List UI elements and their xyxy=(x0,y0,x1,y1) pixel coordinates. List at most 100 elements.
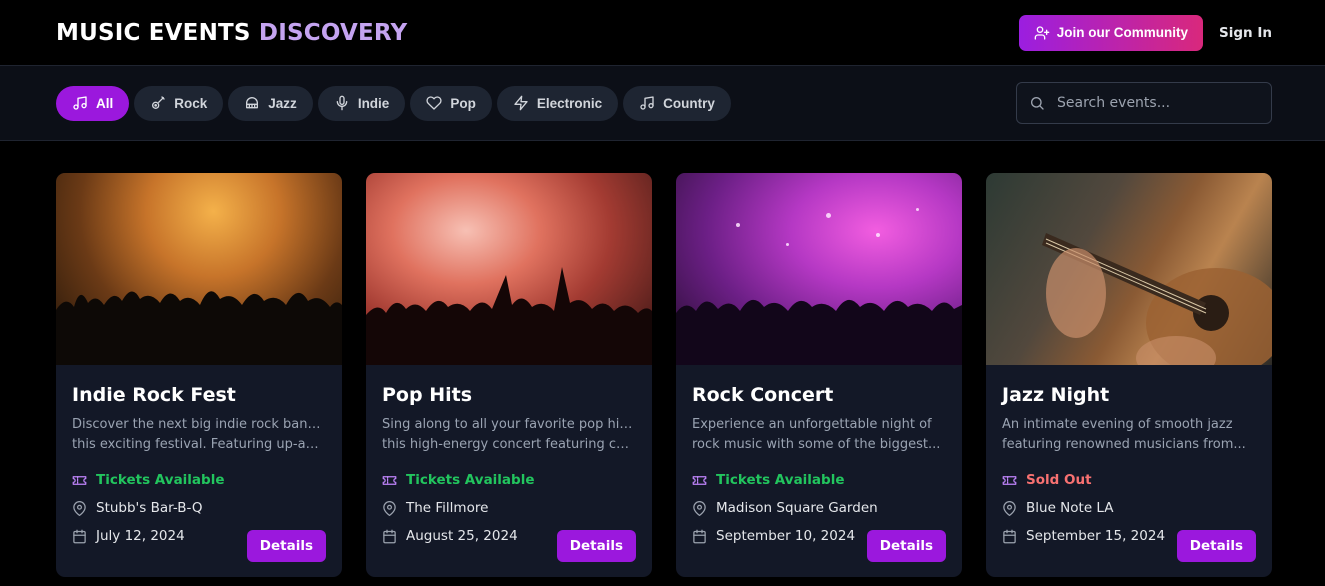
top-header: MUSIC EVENTS DISCOVERY Join our Communit… xyxy=(0,0,1325,66)
event-description-line: featuring renowned musicians from... xyxy=(1002,437,1246,452)
search-input[interactable] xyxy=(1057,95,1247,111)
event-venue: Blue Note LA xyxy=(1026,500,1114,516)
venue-row: The Fillmore xyxy=(382,494,636,522)
event-description-line: this high-energy concert featuring char.… xyxy=(382,437,636,452)
filter-chip-all[interactable]: All xyxy=(56,85,130,121)
ticket-status: Sold Out xyxy=(1026,472,1092,488)
firework-spark xyxy=(786,243,789,246)
event-image xyxy=(676,173,962,365)
event-title: Pop Hits xyxy=(382,384,472,406)
calendar-icon xyxy=(383,529,396,543)
event-card[interactable]: Pop Hits Sing along to all your favorite… xyxy=(366,173,652,577)
filter-chip-label: Electronic xyxy=(536,95,603,111)
event-card-body: Rock Concert Experience an unforgettable… xyxy=(676,365,962,550)
ticket-status-row: Sold Out xyxy=(1002,466,1256,494)
details-button[interactable]: Details xyxy=(556,530,636,562)
event-description-line: Sing along to all your favorite pop hits… xyxy=(382,417,636,432)
event-date: September 10, 2024 xyxy=(716,528,856,544)
crowd-silhouette-image xyxy=(366,267,652,365)
event-description-line: An intimate evening of smooth jazz xyxy=(1002,417,1233,432)
filter-chip-label: Rock xyxy=(174,95,208,111)
filter-bar: All Rock Jazz Indie Pop Electronic Count… xyxy=(0,66,1325,141)
microphone-icon xyxy=(336,95,348,111)
event-title: Indie Rock Fest xyxy=(72,384,236,406)
filter-chip-label: Country xyxy=(663,95,715,111)
piano-icon xyxy=(246,97,259,109)
event-venue: The Fillmore xyxy=(406,500,489,516)
event-description: Discover the next big indie rock bands a… xyxy=(72,415,326,455)
event-image xyxy=(986,173,1272,365)
ticket-status: Tickets Available xyxy=(406,472,535,488)
firework-spark xyxy=(916,208,919,211)
event-venue: Madison Square Garden xyxy=(716,500,878,516)
user-plus-icon xyxy=(1034,25,1050,40)
filter-chip-country[interactable]: Country xyxy=(623,85,731,121)
details-button[interactable]: Details xyxy=(1176,530,1256,562)
event-date: July 12, 2024 xyxy=(96,528,185,544)
filter-chip-rock[interactable]: Rock xyxy=(134,85,224,121)
header-actions: Join our Community Sign In xyxy=(1018,14,1272,51)
brand-text-accent: DISCOVERY xyxy=(258,19,408,46)
calendar-icon xyxy=(1003,529,1016,543)
music-note-icon xyxy=(73,96,87,110)
ticket-icon xyxy=(382,475,397,485)
event-title: Jazz Night xyxy=(1002,384,1110,406)
filter-chip-label: Indie xyxy=(357,95,390,111)
crowd-silhouette-image xyxy=(56,291,342,365)
genre-filters: All Rock Jazz Indie Pop Electronic Count… xyxy=(56,85,731,121)
map-pin-icon xyxy=(383,500,396,516)
filter-chip-electronic[interactable]: Electronic xyxy=(496,85,619,121)
event-description-line: Experience an unforgettable night of xyxy=(692,417,932,432)
details-button[interactable]: Details xyxy=(246,530,326,562)
event-title: Rock Concert xyxy=(692,384,834,406)
crowd-silhouette-image xyxy=(676,299,962,365)
event-card-body: Jazz Night An intimate evening of smooth… xyxy=(986,365,1272,550)
event-date: September 15, 2024 xyxy=(1026,528,1166,544)
event-card[interactable]: Jazz Night An intimate evening of smooth… xyxy=(986,173,1272,577)
event-card[interactable]: Rock Concert Experience an unforgettable… xyxy=(676,173,962,577)
lightning-icon xyxy=(514,95,528,111)
event-description-line: this exciting festival. Featuring up-and… xyxy=(72,437,326,452)
event-card[interactable]: Indie Rock Fest Discover the next big in… xyxy=(56,173,342,577)
filter-chip-label: Pop xyxy=(450,95,476,111)
join-community-label: Join our Community xyxy=(1056,25,1189,40)
event-description: Sing along to all your favorite pop hits… xyxy=(382,415,636,455)
event-description-line: rock music with some of the biggest... xyxy=(692,437,941,452)
map-pin-icon xyxy=(1003,500,1016,516)
map-pin-icon xyxy=(73,500,86,516)
music-note-icon xyxy=(640,96,654,110)
calendar-icon xyxy=(73,529,86,543)
filter-chip-label: Jazz xyxy=(268,95,297,111)
ticket-icon xyxy=(692,475,707,485)
event-card-body: Indie Rock Fest Discover the next big in… xyxy=(56,365,342,550)
search-box xyxy=(1016,82,1272,124)
brand-logo[interactable]: MUSIC EVENTS DISCOVERY xyxy=(56,20,407,46)
event-description-line: Discover the next big indie rock bands a… xyxy=(72,417,326,432)
firework-spark xyxy=(736,223,740,227)
filter-chip-indie[interactable]: Indie xyxy=(317,85,406,121)
filter-chip-pop[interactable]: Pop xyxy=(410,85,492,121)
acoustic-guitar-image xyxy=(1042,233,1272,365)
brand-text-primary: MUSIC EVENTS xyxy=(56,19,251,46)
venue-row: Madison Square Garden xyxy=(692,494,946,522)
event-image xyxy=(366,173,652,365)
ticket-icon xyxy=(1002,475,1017,485)
ticket-status: Tickets Available xyxy=(716,472,845,488)
search-icon xyxy=(1031,97,1044,110)
firework-spark xyxy=(876,233,880,237)
event-grid: Indie Rock Fest Discover the next big in… xyxy=(0,141,1325,577)
join-community-button[interactable]: Join our Community xyxy=(1018,14,1204,51)
venue-row: Blue Note LA xyxy=(1002,494,1256,522)
guitar-icon xyxy=(152,96,165,109)
firework-spark xyxy=(826,213,831,218)
sign-in-link[interactable]: Sign In xyxy=(1219,25,1272,41)
details-button[interactable]: Details xyxy=(866,530,946,562)
map-pin-icon xyxy=(693,500,706,516)
event-card-body: Pop Hits Sing along to all your favorite… xyxy=(366,365,652,550)
filter-chip-jazz[interactable]: Jazz xyxy=(228,85,313,121)
ticket-status-row: Tickets Available xyxy=(692,466,946,494)
ticket-status: Tickets Available xyxy=(96,472,225,488)
ticket-icon xyxy=(72,475,87,485)
event-venue: Stubb's Bar-B-Q xyxy=(96,500,203,516)
ticket-status-row: Tickets Available xyxy=(382,466,636,494)
